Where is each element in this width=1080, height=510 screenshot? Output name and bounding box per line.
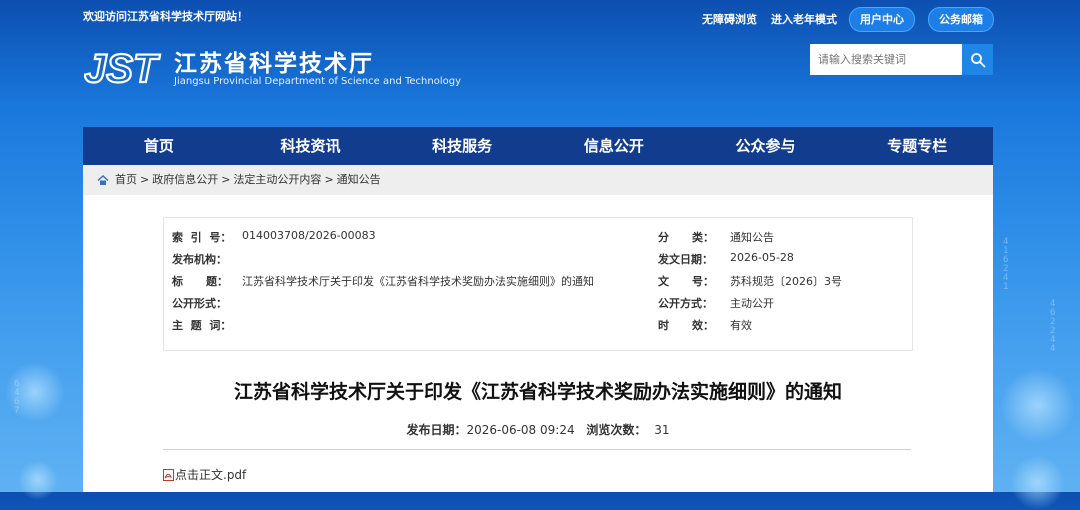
breadcrumb-statutory[interactable]: 法定主动公开内容 [233,165,321,195]
nav-item-home[interactable]: 首页 [83,127,235,165]
official-mail-button[interactable]: 公务邮箱 [928,7,994,32]
breadcrumb-separator: > [221,173,231,186]
site-name-en: Jiangsu Provincial Department of Science… [174,76,461,87]
metadata-table: 索 引 号： 014003708/2026-00083 分 类： 通知公告 发布… [163,217,913,351]
search-button[interactable] [962,44,993,75]
top-bar: 欢迎访问江苏省科学技术厅网站！ 无障碍浏览 进入老年模式 用户中心 公务邮箱 [0,0,1080,36]
nav-item-special-column[interactable]: 专题专栏 [841,127,993,165]
publish-date-label: 发布日期： [406,423,467,437]
breadcrumb-gov-info[interactable]: 政府信息公开 [152,165,218,195]
title-label: 标 题： [172,275,228,288]
breadcrumb: 首页 > 政府信息公开 > 法定主动公开内容 > 通知公告 [83,165,993,195]
background-digits: 6 4 6 7 [14,379,20,416]
article-title: 江苏省科学技术厅关于印发《江苏省科学技术奖励办法实施细则》的通知 [233,381,842,403]
content-panel: 索 引 号： 014003708/2026-00083 分 类： 通知公告 发布… [83,195,993,492]
index-value: 014003708/2026-00083 [242,229,376,242]
elder-mode-link[interactable]: 进入老年模式 [771,11,837,27]
breadcrumb-separator: > [140,173,150,186]
view-count-value: 31 [654,423,670,437]
category-value: 通知公告 [730,231,774,244]
nav-item-tech-news[interactable]: 科技资讯 [235,127,387,165]
publish-info: 发布日期：2026-06-08 09:24 浏览次数： 31 [83,421,993,438]
disclosure-form-label: 公开形式： [172,297,227,310]
main-nav: 首页 科技资讯 科技服务 信息公开 公众参与 专题专栏 [83,127,993,165]
meta-row: 公开形式： 公开方式： 主动公开 [164,295,912,317]
nav-item-tech-service[interactable]: 科技服务 [386,127,538,165]
search-icon [970,52,985,67]
site-name-cn: 江苏省科学技术厅 [174,51,374,77]
nav-item-info-disclosure[interactable]: 信息公开 [538,127,690,165]
home-icon [97,174,109,185]
meta-row: 发布机构： 发文日期： 2026-05-28 [164,251,912,273]
accessible-browse-link[interactable]: 无障碍浏览 [702,11,757,27]
view-count-label: 浏览次数： [586,423,647,437]
title-value: 江苏省科学技术厅关于印发《江苏省科学技术奖励办法实施细则》的通知 [242,275,594,288]
breadcrumb-home[interactable]: 首页 [115,165,137,195]
validity-value: 有效 [730,319,752,332]
disclosure-mode-value: 主动公开 [730,297,774,310]
disclosure-mode-label: 公开方式： [658,297,713,310]
breadcrumb-notice[interactable]: 通知公告 [337,165,381,195]
doc-number-label: 文 号： [658,275,714,288]
background-glow [1010,455,1065,510]
background-digits: 4 1 6 2 4 1 [1003,237,1009,292]
category-label: 分 类： [658,231,714,244]
meta-row: 主 题 词： 时 效： 有效 [164,317,912,339]
background-glow [18,460,58,500]
breadcrumb-separator: > [324,173,334,186]
doc-number-value: 苏科规范〔2026〕3号 [730,275,842,288]
divider [163,449,911,450]
issue-date-label: 发文日期： [658,253,713,266]
validity-label: 时 效： [658,319,714,332]
attachment-label[interactable]: 点击正文.pdf [175,466,246,483]
user-center-button[interactable]: 用户中心 [849,7,915,32]
publish-date-value: 2026-06-08 09:24 [466,423,575,437]
meta-row: 索 引 号： 014003708/2026-00083 分 类： 通知公告 [164,229,912,251]
attachment-link[interactable]: 点击正文.pdf [163,466,246,483]
index-label: 索 引 号： [172,231,232,244]
publisher-label: 发布机构： [172,253,227,266]
background-glow [1000,368,1075,443]
jst-logo-mark: JST [84,46,162,88]
background-digits: 4 6 2 2 4 4 [1050,299,1056,354]
welcome-text: 欢迎访问江苏省科学技术厅网站！ [83,10,248,23]
meta-row: 标 题： 江苏省科学技术厅关于印发《江苏省科学技术奖励办法实施细则》的通知 文 … [164,273,912,295]
nav-item-public-participation[interactable]: 公众参与 [690,127,842,165]
issue-date-value: 2026-05-28 [730,251,794,264]
svg-text:JST: JST [84,47,161,88]
subject-label: 主 题 词： [172,319,232,332]
search-box [810,44,993,75]
pdf-icon [163,468,174,481]
search-input[interactable] [810,44,962,75]
